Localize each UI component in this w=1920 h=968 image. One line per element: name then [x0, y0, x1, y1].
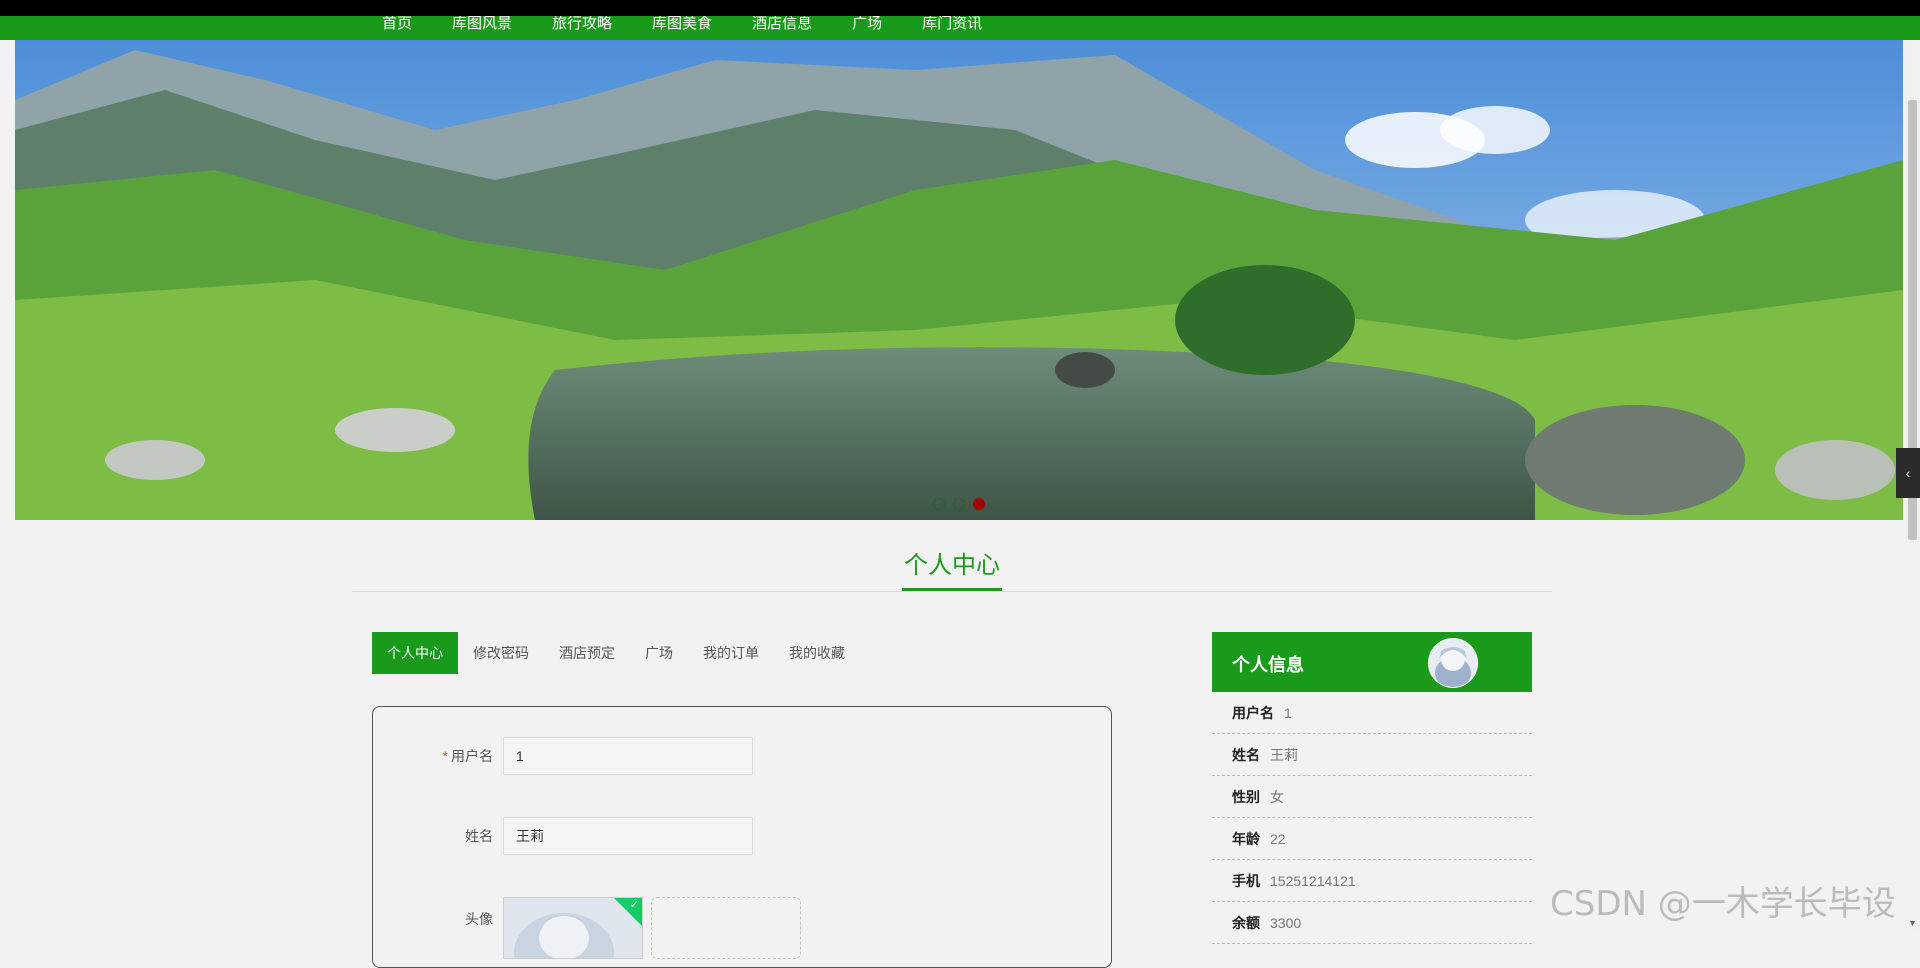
carousel-indicators: [15, 498, 1903, 510]
top-navbar: 首页 库图风景 旅行攻略 库图美食 酒店信息 广场 库门资讯: [0, 0, 1920, 40]
tab-hotel-booking[interactable]: 酒店预定: [544, 632, 630, 674]
info-row-phone: 手机 15251214121: [1212, 860, 1532, 902]
tab-square[interactable]: 广场: [630, 632, 688, 674]
nav-item-news[interactable]: 库门资讯: [922, 16, 982, 33]
info-row-name: 姓名 王莉: [1212, 734, 1532, 776]
nav-menu: 首页 库图风景 旅行攻略 库图美食 酒店信息 广场 库门资讯: [382, 16, 982, 33]
carousel-dot-1[interactable]: [933, 498, 945, 510]
name-row: 姓名 王莉: [373, 817, 753, 855]
name-label: 姓名: [465, 828, 493, 844]
info-row-balance: 余额 3300: [1212, 902, 1532, 944]
info-row-username: 用户名 1: [1212, 692, 1532, 734]
personal-info-card: 个人信息 用户名 1 姓名 王莉 性别女 年龄 22 手机 15251214121 余额…: [1212, 632, 1532, 944]
scroll-down-arrow-icon[interactable]: ▼: [1908, 918, 1917, 928]
nav-item-scenery[interactable]: 库图风景: [452, 16, 512, 33]
profile-tabs: 个人中心 修改密码 酒店预定 广场 我的订单 我的收藏: [372, 632, 860, 674]
nav-item-square[interactable]: 广场: [852, 16, 882, 33]
watermark-text: CSDN @一木学长毕设: [1550, 884, 1896, 924]
nav-item-hotels[interactable]: 酒店信息: [752, 16, 812, 33]
info-header: 个人信息: [1212, 632, 1532, 692]
user-avatar-image: [1435, 647, 1471, 687]
side-panel-toggle[interactable]: ‹: [1896, 448, 1920, 498]
avatar-image: [514, 913, 614, 958]
info-row-age: 年龄 22: [1212, 818, 1532, 860]
avatar-preview[interactable]: ✓: [503, 897, 643, 959]
required-asterisk: *: [442, 748, 448, 764]
hero-carousel[interactable]: [15, 40, 1903, 520]
nav-item-guides[interactable]: 旅行攻略: [552, 16, 612, 33]
username-label: 用户名: [451, 748, 493, 764]
avatar-row: 头像 ✓: [373, 897, 801, 959]
nav-item-home[interactable]: 首页: [382, 16, 412, 33]
tab-profile[interactable]: 个人中心: [372, 632, 458, 674]
tab-change-password[interactable]: 修改密码: [458, 632, 544, 674]
section-header: 个人中心: [352, 545, 1552, 592]
page-title: 个人中心: [902, 545, 1002, 591]
tab-my-favorites[interactable]: 我的收藏: [774, 632, 860, 674]
username-row: * 用户名 1: [373, 737, 753, 775]
landscape-image: [15, 40, 1903, 520]
info-row-gender: 性别女: [1212, 776, 1532, 818]
tab-my-orders[interactable]: 我的订单: [688, 632, 774, 674]
avatar-label: 头像: [465, 911, 493, 927]
profile-form: * 用户名 1 姓名 王莉 头像 ✓: [372, 706, 1112, 968]
chevron-left-icon: ‹: [1905, 465, 1911, 481]
carousel-dot-2[interactable]: [953, 498, 965, 510]
username-field[interactable]: 1: [503, 737, 753, 775]
avatar: [1428, 638, 1478, 688]
name-field[interactable]: 王莉: [503, 817, 753, 855]
carousel-dot-3[interactable]: [973, 498, 985, 510]
avatar-upload-button[interactable]: [651, 897, 801, 959]
nav-item-food[interactable]: 库图美食: [652, 16, 712, 33]
info-title: 个人信息: [1232, 655, 1304, 675]
